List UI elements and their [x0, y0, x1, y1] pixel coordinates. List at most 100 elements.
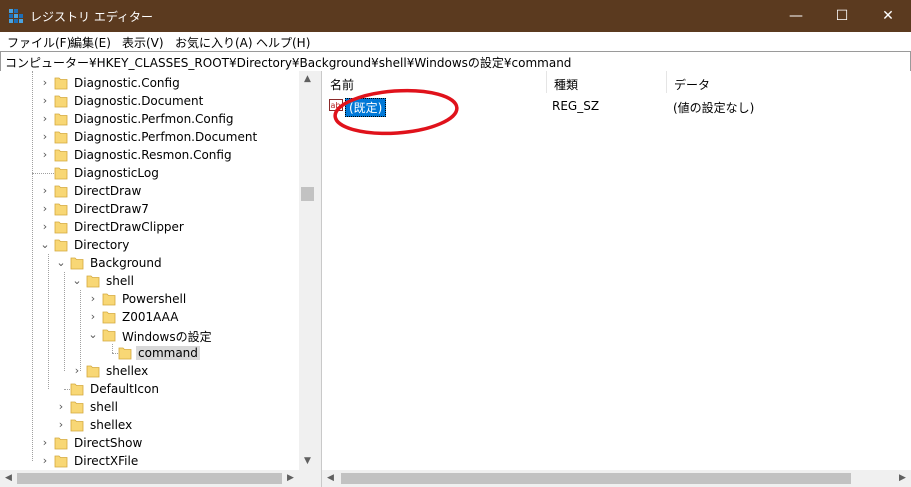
expand-chevron-icon[interactable]: › [88, 293, 98, 305]
tree-item[interactable]: ⌄ Background [0, 254, 299, 272]
tree-item[interactable]: › DirectDraw [0, 182, 299, 200]
tree-item-label: shell [106, 274, 134, 288]
maximize-button[interactable]: ☐ [819, 0, 865, 32]
folder-icon [70, 419, 84, 432]
tree-item-label: Diagnostic.Config [74, 76, 180, 90]
window-title: レジストリ エディター [30, 10, 153, 24]
tree-item[interactable]: command [0, 344, 299, 362]
tree-item[interactable]: › Diagnostic.Perfmon.Config [0, 110, 299, 128]
value-data: (値の設定なし) [673, 101, 755, 115]
scroll-thumb[interactable] [341, 473, 851, 484]
tree-item[interactable]: › shellex [0, 416, 299, 434]
expand-chevron-icon[interactable]: › [40, 455, 50, 467]
expand-chevron-icon[interactable]: › [40, 185, 50, 197]
tree-item-label: Diagnostic.Perfmon.Document [74, 130, 258, 144]
scroll-right-arrow-icon[interactable]: ▶ [282, 470, 299, 487]
expand-chevron-icon[interactable]: › [40, 77, 50, 89]
scrollbar-corner [299, 470, 316, 487]
tree-item-label: Powershell [122, 292, 187, 306]
tree-item-label: DirectDraw [74, 184, 142, 198]
folder-icon [54, 149, 68, 162]
expand-chevron-icon[interactable]: › [40, 437, 50, 449]
tree-item-label: Background [90, 256, 162, 270]
expand-chevron-icon[interactable]: › [56, 401, 66, 413]
folder-icon [54, 95, 68, 108]
column-header-type[interactable]: 種類 [546, 71, 667, 93]
expand-chevron-icon[interactable]: › [40, 131, 50, 143]
scroll-up-arrow-icon[interactable]: ▲ [299, 71, 316, 88]
close-button[interactable]: ✕ [865, 0, 911, 32]
tree-item-label: shellex [106, 364, 149, 378]
value-list-pane[interactable]: 名前 種類 データ ab (既定) REG_SZ (値の設定なし) ◀ ▶ [321, 71, 911, 487]
menu-edit[interactable]: 編集(E) [70, 34, 111, 51]
expand-chevron-icon[interactable]: › [40, 221, 50, 233]
collapse-chevron-icon[interactable]: ⌄ [88, 329, 98, 341]
expand-chevron-icon[interactable]: › [40, 113, 50, 125]
tree-item[interactable]: DefaultIcon [0, 380, 299, 398]
folder-icon [102, 311, 116, 324]
tree-item[interactable]: › DirectDraw7 [0, 200, 299, 218]
title-bar[interactable]: レジストリ エディター — ☐ ✕ [0, 0, 911, 32]
tree-item-label: DefaultIcon [90, 382, 159, 396]
expand-chevron-icon[interactable] [40, 167, 50, 179]
tree-item-label: DirectDrawClipper [74, 220, 184, 234]
tree-item[interactable]: DiagnosticLog [0, 164, 299, 182]
tree-item-label: shellex [90, 418, 133, 432]
collapse-chevron-icon[interactable]: ⌄ [56, 257, 66, 269]
folder-icon [70, 401, 84, 414]
minimize-button[interactable]: — [773, 0, 819, 32]
tree-item[interactable]: › shellex [0, 362, 299, 380]
scroll-thumb[interactable] [17, 473, 282, 484]
scroll-down-arrow-icon[interactable]: ▼ [299, 453, 316, 470]
list-horizontal-scrollbar[interactable]: ◀ ▶ [322, 470, 911, 487]
tree-item[interactable]: › Z001AAA [0, 308, 299, 326]
tree-item-label: Z001AAA [122, 310, 179, 324]
address-bar[interactable]: コンピューター¥HKEY_CLASSES_ROOT¥Directory¥Back… [0, 51, 911, 72]
tree-item[interactable]: › Diagnostic.Perfmon.Document [0, 128, 299, 146]
tree-item[interactable]: › shell [0, 398, 299, 416]
tree-item[interactable]: › Powershell [0, 290, 299, 308]
key-tree-pane[interactable]: › Diagnostic.Config › Diagnostic.Document › D… [0, 71, 317, 487]
expand-chevron-icon[interactable]: › [40, 95, 50, 107]
scroll-thumb[interactable] [301, 187, 314, 201]
tree-item-label: DirectDraw7 [74, 202, 149, 216]
scroll-right-arrow-icon[interactable]: ▶ [894, 470, 911, 487]
menu-file[interactable]: ファイル(F) [7, 34, 71, 51]
menu-help[interactable]: ヘルプ(H) [256, 34, 310, 51]
folder-icon [54, 455, 68, 468]
expand-chevron-icon[interactable]: › [56, 419, 66, 431]
tree-item[interactable]: › DirectDrawClipper [0, 218, 299, 236]
collapse-chevron-icon[interactable]: ⌄ [40, 239, 50, 251]
folder-icon [86, 275, 100, 288]
collapse-chevron-icon[interactable]: ⌄ [72, 275, 82, 287]
tree-item-label: Diagnostic.Perfmon.Config [74, 112, 234, 126]
tree-item[interactable]: › Diagnostic.Document [0, 92, 299, 110]
address-path[interactable]: コンピューター¥HKEY_CLASSES_ROOT¥Directory¥Back… [5, 54, 571, 71]
tree-item[interactable]: ⌄ shell [0, 272, 299, 290]
column-header-data[interactable]: データ [666, 71, 906, 93]
tree-item[interactable]: › Diagnostic.Resmon.Config [0, 146, 299, 164]
tree-item[interactable]: › Diagnostic.Config [0, 74, 299, 92]
tree-item[interactable]: › DirectXFile [0, 452, 299, 470]
expand-chevron-icon[interactable] [104, 347, 114, 359]
expand-chevron-icon[interactable]: › [40, 203, 50, 215]
folder-icon [102, 329, 116, 342]
tree-item[interactable]: › DirectShow [0, 434, 299, 452]
expand-chevron-icon[interactable]: › [40, 149, 50, 161]
menu-view[interactable]: 表示(V) [122, 34, 164, 51]
tree-item-label: DirectShow [74, 436, 143, 450]
scroll-left-arrow-icon[interactable]: ◀ [0, 470, 17, 487]
menu-favorites[interactable]: お気に入り(A) [175, 34, 253, 51]
tree-vertical-scrollbar[interactable]: ▲ ▼ [299, 71, 316, 470]
folder-icon [54, 185, 68, 198]
folder-icon [54, 221, 68, 234]
tree-item[interactable]: ⌄ Directory [0, 236, 299, 254]
expand-chevron-icon[interactable]: › [72, 365, 82, 377]
folder-icon [118, 347, 132, 360]
tree-horizontal-scrollbar[interactable]: ◀ ▶ [0, 470, 299, 487]
tree-item[interactable]: ⌄ Windowsの設定 [0, 326, 299, 345]
expand-chevron-icon[interactable]: › [88, 311, 98, 323]
expand-chevron-icon[interactable] [56, 383, 66, 395]
tree-item-label: DiagnosticLog [74, 166, 159, 180]
scroll-left-arrow-icon[interactable]: ◀ [322, 470, 339, 487]
